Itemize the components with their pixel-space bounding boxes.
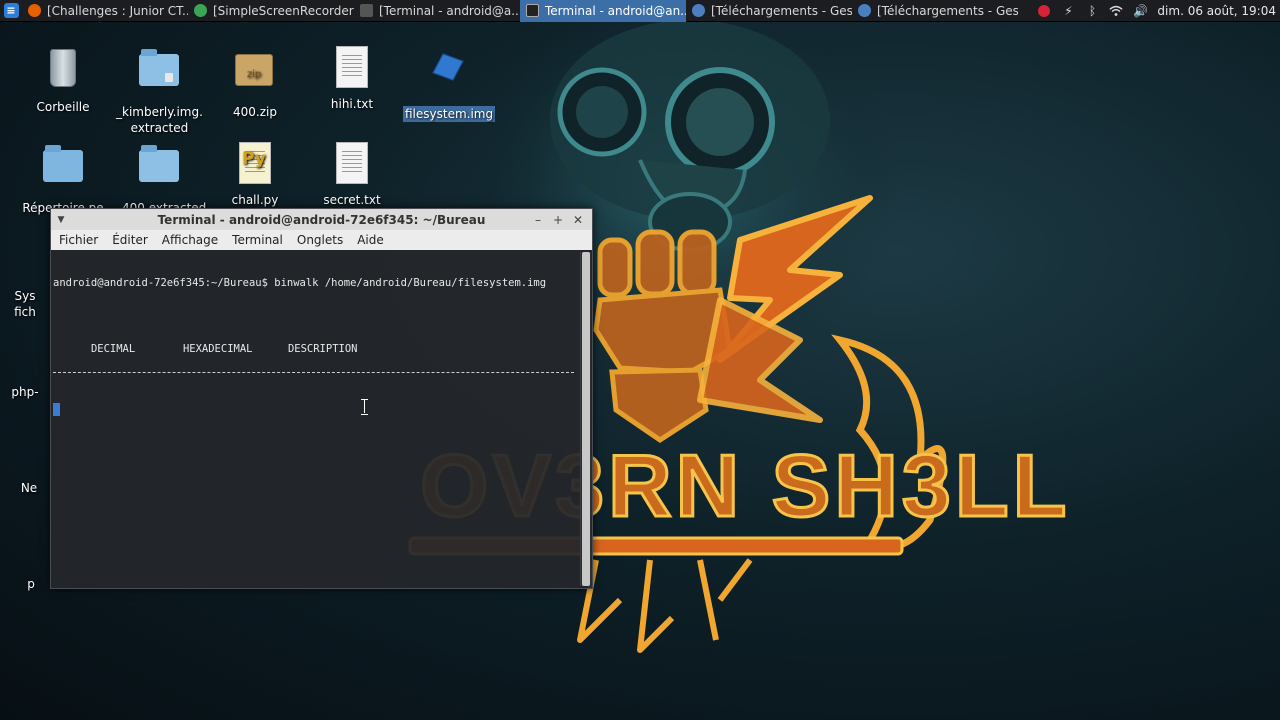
desktop-icon-p[interactable]: p xyxy=(12,540,50,592)
menu-terminal[interactable]: Terminal xyxy=(232,233,283,247)
folder-icon xyxy=(139,145,179,194)
desktop-icon-label: 400.zip xyxy=(233,105,277,119)
window-menu-icon[interactable]: ▼ xyxy=(51,215,71,225)
desktop-icon-label: Sys fich xyxy=(14,289,36,319)
app-menu-icon: ≡ xyxy=(3,3,19,18)
menu-editer[interactable]: Éditer xyxy=(112,233,148,247)
desktop-icon-400-zip[interactable]: zip 400.zip xyxy=(210,46,300,120)
desktop-icon-hihi-txt[interactable]: hihi.txt xyxy=(307,46,397,112)
desktop-icon-php[interactable]: php- xyxy=(0,340,50,400)
text-file-icon xyxy=(332,142,372,186)
desktop-icon-filesystem-img[interactable]: filesystem.img xyxy=(403,46,496,122)
desktop-icon-label: filesystem.img xyxy=(403,106,496,122)
app-menu-button[interactable]: ≡ xyxy=(0,0,22,22)
python-file-icon: Py xyxy=(235,142,275,186)
mouse-ibeam-cursor xyxy=(361,399,368,415)
prompt-line: android@android-72e6f345:~/Bureau$ binwa… xyxy=(53,277,547,289)
menu-aide[interactable]: Aide xyxy=(357,233,384,247)
wallpaper-spikes xyxy=(577,558,753,653)
column-decimal: DECIMAL xyxy=(90,343,136,355)
menu-onglets[interactable]: Onglets xyxy=(297,233,343,247)
taskbar-item-downloads-1[interactable]: [Téléchargements - Ges... xyxy=(686,0,852,22)
taskbar-item-downloads-2[interactable]: [Téléchargements - Ges... xyxy=(852,0,1018,22)
desktop-icon-filesystem[interactable]: Sys fich xyxy=(0,270,50,320)
system-tray: ⚡ ᛒ 🔊 dim. 06 août, 19:04 xyxy=(1037,4,1280,18)
wifi-icon[interactable] xyxy=(1109,4,1124,18)
column-hexadecimal: HEXADECIMAL xyxy=(182,343,253,355)
desktop-icon-trash[interactable]: Corbeille xyxy=(18,46,108,115)
maximize-button[interactable]: + xyxy=(552,213,564,227)
bluetooth-icon[interactable]: ᛒ xyxy=(1085,4,1099,18)
terminal-icon xyxy=(526,4,539,17)
desktop-icon-label: secret.txt xyxy=(323,193,381,207)
desktop-icon-label: p xyxy=(27,577,35,591)
window-titlebar[interactable]: ▼ Terminal - android@android-72e6f345: ~… xyxy=(51,209,592,230)
desktop-icon-label: hihi.txt xyxy=(330,97,374,111)
terminal-cursor xyxy=(53,403,60,416)
desktop-icon-new[interactable]: Ne xyxy=(8,440,50,496)
screen-recorder-icon xyxy=(194,4,207,17)
locked-folder-icon xyxy=(139,49,179,98)
desktop-icon-secret-txt[interactable]: secret.txt xyxy=(307,142,397,208)
terminal-scrollbar[interactable] xyxy=(580,252,591,586)
terminal-menubar: Fichier Éditer Affichage Terminal Onglet… xyxy=(51,230,592,250)
desktop-icon-kimberly-extracted[interactable]: _kimberly.img. extracted xyxy=(114,46,204,136)
desktop-icon-label: Corbeille xyxy=(36,100,90,114)
clock[interactable]: dim. 06 août, 19:04 xyxy=(1157,4,1276,18)
taskbar-item-challenges[interactable]: [Challenges : Junior CT... xyxy=(22,0,188,22)
download-manager-icon xyxy=(858,4,871,17)
taskbar-item-label: [Téléchargements - Ges... xyxy=(877,3,1018,18)
terminal-window: ▼ Terminal - android@android-72e6f345: ~… xyxy=(50,208,593,589)
taskbar-item-terminal-2[interactable]: Terminal - android@an... xyxy=(520,0,686,22)
scrollbar-thumb[interactable] xyxy=(582,252,590,586)
text-file-icon xyxy=(332,46,372,90)
firefox-icon xyxy=(28,4,41,17)
top-panel: ≡ [Challenges : Junior CT... [SimpleScre… xyxy=(0,0,1280,22)
desktop-icon-home-folder[interactable]: Répertoire pe xyxy=(18,142,108,216)
terminal-icon xyxy=(360,4,373,17)
volume-icon[interactable]: 🔊 xyxy=(1133,4,1148,18)
terminal-output[interactable]: android@android-72e6f345:~/Bureau$ binwa… xyxy=(51,250,578,588)
desktop-icon-400-extracted[interactable]: _400.extracted xyxy=(114,142,206,216)
column-description: DESCRIPTION xyxy=(287,343,358,355)
taskbar-item-label: [Terminal - android@a... xyxy=(379,3,520,18)
desktop-icon-label: _kimberly.img. extracted xyxy=(116,105,203,135)
desktop-icon-label: chall.py xyxy=(231,193,279,207)
close-button[interactable]: ✕ xyxy=(572,213,584,227)
desktop-icon-label: Ne xyxy=(20,481,38,495)
header-separator xyxy=(53,366,574,373)
taskbar-item-label: [Téléchargements - Ges... xyxy=(711,3,852,18)
download-manager-icon xyxy=(692,4,705,17)
menu-fichier[interactable]: Fichier xyxy=(59,233,98,247)
taskbar-item-screen-recorder[interactable]: [SimpleScreenRecorder] xyxy=(188,0,354,22)
taskbar-item-label: [Challenges : Junior CT... xyxy=(47,3,188,18)
minimize-button[interactable]: – xyxy=(532,213,544,227)
trash-icon xyxy=(43,49,83,93)
zip-archive-icon: zip xyxy=(235,54,275,98)
disk-image-icon xyxy=(428,53,468,100)
taskbar-item-label[interactable]: Terminal - android@an... xyxy=(545,4,686,18)
power-icon[interactable]: ⚡ xyxy=(1061,4,1075,18)
record-icon[interactable] xyxy=(1037,4,1051,18)
window-title: Terminal - android@android-72e6f345: ~/B… xyxy=(157,212,486,227)
taskbar-item-label: [SimpleScreenRecorder] xyxy=(213,3,354,18)
menu-affichage[interactable]: Affichage xyxy=(162,233,218,247)
home-folder-icon xyxy=(43,145,83,194)
output-header-row: DECIMAL HEXADECIMAL DESCRIPTION xyxy=(53,328,576,355)
desktop-icon-chall-py[interactable]: Py chall.py xyxy=(210,142,300,208)
taskbar-item-terminal-1[interactable]: [Terminal - android@a... xyxy=(354,0,520,22)
desktop-icon-label: php- xyxy=(11,385,39,399)
